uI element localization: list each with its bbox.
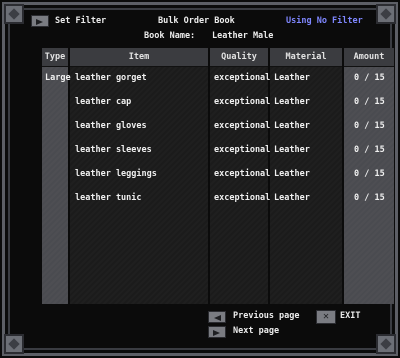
material-cell: Leather (274, 145, 310, 155)
previous-page-button[interactable] (208, 311, 226, 323)
column-header-type: Type (42, 48, 68, 67)
page-title: Bulk Order Book (158, 16, 235, 26)
exit-label: EXIT (340, 311, 361, 321)
column-header-quality: Quality (210, 48, 268, 67)
type-value: Large (45, 73, 71, 83)
column-header-item: Item (70, 48, 208, 67)
set-filter-label: Set Filter (55, 16, 107, 26)
corner-ornament (376, 334, 396, 354)
quality-cell: exceptional (214, 145, 271, 155)
amount-cell: 0 / 15 (354, 145, 385, 155)
column-header-amount: Amount (344, 48, 394, 67)
item-cell: leather cap (75, 97, 132, 107)
material-cell: Leather (274, 193, 310, 203)
corner-ornament (4, 334, 24, 354)
set-filter-button[interactable] (31, 15, 49, 27)
item-cell: leather tunic (75, 193, 142, 203)
amount-cell: 0 / 15 (354, 97, 385, 107)
column-header-material: Material (270, 48, 342, 67)
quality-cell: exceptional (214, 97, 271, 107)
amount-cell: 0 / 15 (354, 169, 385, 179)
exit-button[interactable]: ✕ (316, 310, 336, 324)
quality-cell: exceptional (214, 193, 271, 203)
item-cell: leather leggings (75, 169, 157, 179)
quality-cell: exceptional (214, 73, 271, 83)
amount-cell: 0 / 15 (354, 121, 385, 131)
quality-cell: exceptional (214, 121, 271, 131)
corner-ornament (376, 4, 396, 24)
material-cell: Leather (274, 97, 310, 107)
book-name-label: Book Name: (144, 31, 196, 41)
corner-ornament (4, 4, 24, 24)
material-cell: Leather (274, 73, 310, 83)
material-cell: Leather (274, 169, 310, 179)
item-cell: leather gorget (75, 73, 147, 83)
amount-cell: 0 / 15 (354, 193, 385, 203)
quality-cell: exceptional (214, 169, 271, 179)
order-table: Type Item Quality Material Amount Large … (42, 48, 394, 304)
item-cell: leather gloves (75, 121, 147, 131)
next-page-button[interactable] (208, 326, 226, 338)
next-page-label: Next page (233, 326, 280, 336)
previous-page-label: Previous page (233, 311, 300, 321)
filter-status: Using No Filter (286, 16, 363, 26)
book-name: Leather Male (212, 31, 274, 41)
bulk-order-book-gump: Set Filter Bulk Order Book Using No Filt… (0, 0, 400, 358)
material-cell: Leather (274, 121, 310, 131)
item-cell: leather sleeves (75, 145, 152, 155)
amount-cell: 0 / 15 (354, 73, 385, 83)
type-column (42, 48, 68, 304)
